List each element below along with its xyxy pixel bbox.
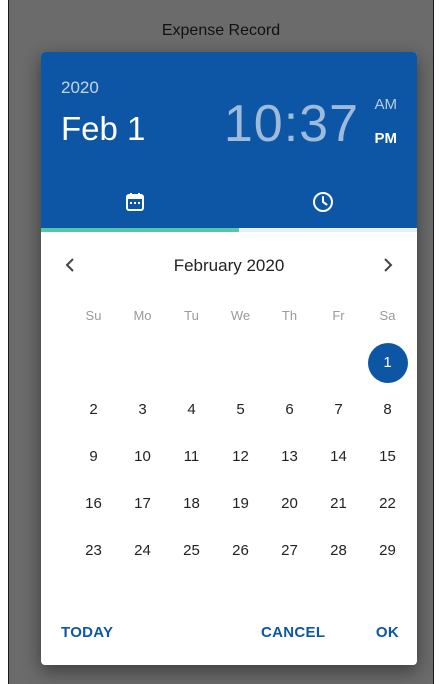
calendar-day-empty bbox=[216, 339, 265, 386]
calendar-day-label: 25 bbox=[183, 542, 200, 559]
calendar-day[interactable]: 29 bbox=[363, 527, 412, 574]
selected-time[interactable]: 10:37 bbox=[224, 94, 359, 154]
calendar-day-label: 19 bbox=[232, 495, 249, 512]
ok-button[interactable]: OK bbox=[376, 624, 399, 641]
calendar-day-empty bbox=[167, 339, 216, 386]
app-window: Expense Record 2020 Feb 1 10:37 AM PM Fe… bbox=[8, 0, 434, 684]
calendar-day-grid: 1 2 3 4 5 6 7 8 9 10 11 12 13 14 15 16 1… bbox=[69, 339, 413, 574]
next-month-button[interactable] bbox=[375, 252, 401, 278]
calendar-day[interactable]: 20 bbox=[265, 480, 314, 527]
window-title: Expense Record bbox=[161, 22, 281, 39]
calendar-day[interactable]: 7 bbox=[314, 386, 363, 433]
weekday-header: Su Mo Tu We Th Fr Sa bbox=[69, 308, 413, 323]
active-tab-indicator bbox=[41, 228, 239, 232]
calendar-day-empty bbox=[118, 339, 167, 386]
calendar-day[interactable]: 22 bbox=[363, 480, 412, 527]
weekday-label: Sa bbox=[379, 308, 396, 323]
calendar-day[interactable]: 4 bbox=[167, 386, 216, 433]
calendar-day[interactable]: 6 bbox=[265, 386, 314, 433]
weekday-label: We bbox=[230, 308, 251, 323]
calendar-icon bbox=[126, 193, 144, 211]
dialog-actions: TODAY CANCEL OK bbox=[41, 620, 417, 648]
calendar-day-label: 11 bbox=[183, 448, 200, 465]
weekday-label: Fr bbox=[332, 308, 345, 323]
calendar-day[interactable]: 2 bbox=[69, 386, 118, 433]
calendar-day[interactable]: 17 bbox=[118, 480, 167, 527]
calendar-day-label: 16 bbox=[85, 495, 102, 512]
calendar-day[interactable]: 25 bbox=[167, 527, 216, 574]
calendar-day-label: 12 bbox=[232, 448, 249, 465]
calendar-day-label: 27 bbox=[281, 542, 298, 559]
date-picker-dialog: 2020 Feb 1 10:37 AM PM February 2020 Su … bbox=[41, 52, 417, 665]
calendar-day[interactable]: 13 bbox=[265, 433, 314, 480]
weekday-label: Mo bbox=[133, 308, 152, 323]
pm-toggle[interactable]: PM bbox=[375, 130, 398, 147]
calendar-day-label: 1 bbox=[367, 342, 408, 383]
calendar-day[interactable]: 21 bbox=[314, 480, 363, 527]
tab-time[interactable] bbox=[229, 176, 417, 228]
calendar-day-label: 18 bbox=[183, 495, 200, 512]
calendar-day[interactable]: 24 bbox=[118, 527, 167, 574]
calendar-day[interactable]: 5 bbox=[216, 386, 265, 433]
picker-header: 2020 Feb 1 10:37 AM PM bbox=[41, 52, 417, 228]
calendar-day[interactable]: 23 bbox=[69, 527, 118, 574]
clock-icon bbox=[313, 192, 333, 212]
calendar-day[interactable]: 9 bbox=[69, 433, 118, 480]
weekday-label: Tu bbox=[184, 308, 199, 323]
calendar-day-label: 3 bbox=[138, 401, 147, 418]
calendar-day-empty bbox=[314, 339, 363, 386]
calendar-day[interactable]: 11 bbox=[167, 433, 216, 480]
calendar-day-label: 29 bbox=[379, 542, 396, 559]
calendar-day-label: 28 bbox=[330, 542, 347, 559]
calendar-day-label: 23 bbox=[85, 542, 102, 559]
calendar-day[interactable]: 28 bbox=[314, 527, 363, 574]
month-navigation: February 2020 bbox=[41, 248, 417, 282]
tab-date[interactable] bbox=[41, 176, 229, 228]
calendar-day[interactable]: 8 bbox=[363, 386, 412, 433]
calendar-day[interactable]: 14 bbox=[314, 433, 363, 480]
weekday-label: Su bbox=[85, 308, 102, 323]
am-toggle[interactable]: AM bbox=[375, 96, 398, 113]
calendar-day-label: 8 bbox=[383, 401, 392, 418]
calendar-day[interactable]: 16 bbox=[69, 480, 118, 527]
selected-year[interactable]: 2020 bbox=[61, 78, 99, 98]
calendar-day-label: 26 bbox=[232, 542, 249, 559]
calendar-day-label: 2 bbox=[89, 401, 98, 418]
calendar-day[interactable]: 18 bbox=[167, 480, 216, 527]
calendar-day-label: 24 bbox=[134, 542, 151, 559]
calendar-day[interactable]: 15 bbox=[363, 433, 412, 480]
calendar-day-label: 14 bbox=[330, 448, 347, 465]
calendar-day[interactable]: 27 bbox=[265, 527, 314, 574]
chevron-right-icon bbox=[384, 258, 393, 272]
calendar-day-label: 10 bbox=[134, 448, 151, 465]
cancel-button[interactable]: CANCEL bbox=[261, 624, 325, 641]
calendar-day-label: 13 bbox=[281, 448, 298, 465]
calendar-day-label: 4 bbox=[187, 401, 196, 418]
calendar-day[interactable]: 12 bbox=[216, 433, 265, 480]
calendar-day[interactable]: 3 bbox=[118, 386, 167, 433]
calendar-day-label: 6 bbox=[285, 401, 294, 418]
calendar-day-label: 22 bbox=[379, 495, 396, 512]
calendar-day-label: 21 bbox=[330, 495, 347, 512]
calendar-day[interactable]: 19 bbox=[216, 480, 265, 527]
tab-indicator-track bbox=[239, 228, 417, 232]
calendar-day-label: 15 bbox=[379, 448, 396, 465]
calendar-day-label: 9 bbox=[89, 448, 98, 465]
calendar-day-selected[interactable]: 1 bbox=[363, 339, 412, 386]
calendar-day-empty bbox=[69, 339, 118, 386]
calendar-day-empty bbox=[265, 339, 314, 386]
calendar-day[interactable]: 26 bbox=[216, 527, 265, 574]
calendar-day[interactable]: 10 bbox=[118, 433, 167, 480]
calendar-day-label: 20 bbox=[281, 495, 298, 512]
calendar-day-label: 17 bbox=[134, 495, 151, 512]
calendar-day-label: 5 bbox=[236, 401, 245, 418]
today-button[interactable]: TODAY bbox=[61, 624, 113, 641]
selected-date[interactable]: Feb 1 bbox=[61, 110, 145, 148]
calendar-day-label: 7 bbox=[334, 401, 343, 418]
month-label: February 2020 bbox=[173, 256, 285, 275]
weekday-label: Th bbox=[281, 308, 298, 323]
